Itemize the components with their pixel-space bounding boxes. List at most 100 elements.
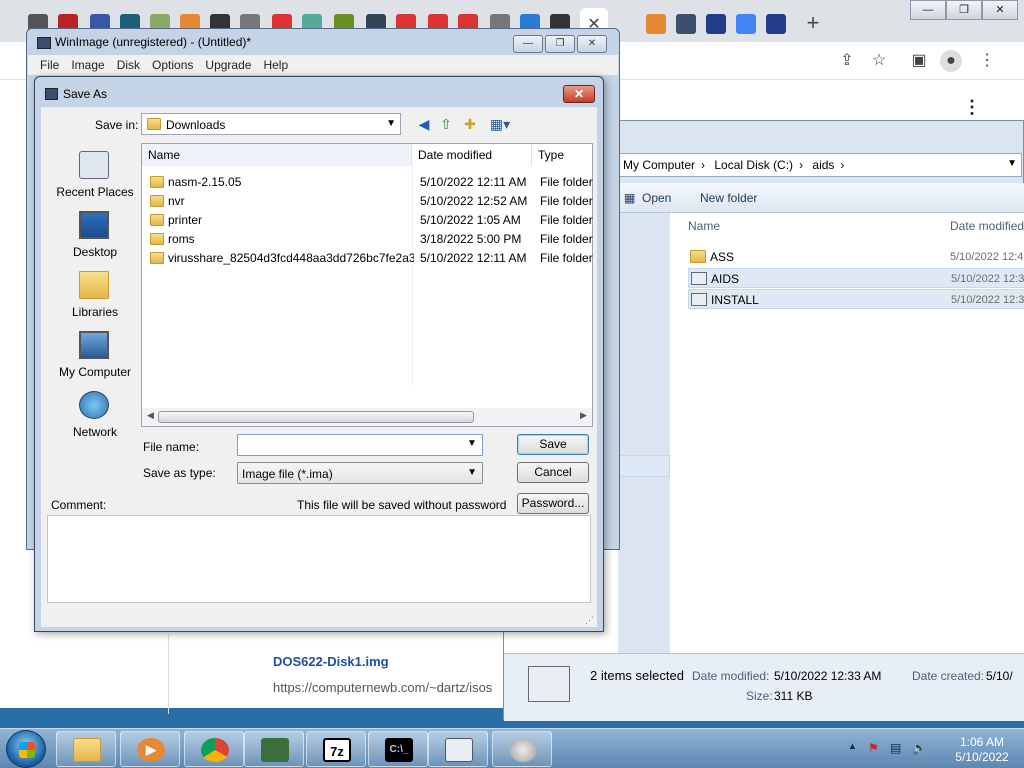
menu-image[interactable]: Image	[71, 55, 104, 75]
horizontal-scrollbar[interactable]: ◀ ▶	[142, 408, 592, 426]
folder-icon	[150, 176, 164, 188]
maximize-icon[interactable]: ❐	[545, 35, 575, 53]
new-tab-icon[interactable]: +	[802, 12, 824, 34]
taskbar-disc[interactable]	[492, 731, 552, 767]
disk-icon	[45, 88, 58, 100]
table-row[interactable]: nvr 5/10/2022 12:52 AM File folder	[144, 191, 594, 210]
place-libraries[interactable]: Libraries	[49, 271, 133, 329]
tab-favicon[interactable]	[676, 14, 696, 34]
menu-bar: File Image Disk Options Upgrade Help	[28, 55, 618, 75]
list-item[interactable]: INSTALL 5/10/2022 12:3	[688, 289, 1024, 309]
taskbar-task-manager[interactable]	[244, 731, 304, 767]
system-tray: ▲ ⚑ ▤ 🔈 1:06 AM 5/10/2022	[840, 733, 1020, 765]
taskbar-explorer[interactable]	[56, 731, 116, 767]
filename-label: File name:	[143, 440, 200, 454]
show-hidden-icons[interactable]: ▲	[848, 741, 857, 751]
close-icon[interactable]: ✕	[563, 85, 595, 103]
scroll-thumb[interactable]	[158, 411, 474, 423]
up-folder-icon[interactable]: ⇧	[437, 115, 455, 133]
save-button[interactable]: Save	[517, 434, 589, 455]
place-recent[interactable]: Recent Places	[49, 151, 134, 209]
tab-favicon[interactable]	[646, 14, 666, 34]
column-header-name[interactable]: Name	[142, 144, 412, 166]
start-button[interactable]	[6, 730, 46, 768]
breadcrumb-item[interactable]: Local Disk (C:)	[714, 158, 793, 172]
place-desktop[interactable]: Desktop	[49, 211, 133, 269]
chevron-down-icon[interactable]: ▼	[467, 438, 477, 449]
comment-textarea[interactable]	[47, 515, 591, 603]
sidebar-icon[interactable]: ▣	[908, 50, 930, 72]
taskbar: ▶ 7z C:\_ ▲ ⚑ ▤ 🔈 1:06 AM 5/10/2022	[0, 728, 1024, 768]
clock-date[interactable]: 5/10/2022	[946, 750, 1018, 764]
menu-disk[interactable]: Disk	[117, 55, 140, 75]
action-center-icon[interactable]: ⚑	[868, 741, 879, 755]
breadcrumb-item[interactable]: aids	[812, 158, 834, 172]
column-header-date[interactable]: Date modified	[950, 219, 1024, 233]
place-network[interactable]: Network	[49, 391, 133, 449]
back-icon[interactable]: ◀	[415, 115, 433, 133]
dialog-body: Save in: Downloads ▼ ◀ ⇧ ✚ ▦▾ Recent Pla…	[41, 107, 597, 627]
details-pane: 2 items selected Date modified: 5/10/202…	[504, 653, 1024, 721]
taskbar-media-player[interactable]: ▶	[120, 731, 180, 767]
save-as-type-dropdown[interactable]: Image file (*.ima) ▼	[237, 462, 483, 484]
tab-favicon[interactable]	[706, 14, 726, 34]
network-icon[interactable]: ▤	[890, 741, 901, 755]
scroll-right-icon[interactable]: ▶	[580, 410, 587, 421]
close-icon[interactable]: ✕	[577, 35, 607, 53]
menu-help[interactable]: Help	[263, 55, 288, 75]
save-in-dropdown[interactable]: Downloads ▼	[141, 113, 401, 135]
menu-options[interactable]: Options	[152, 55, 193, 75]
resize-grip-icon[interactable]: ⋰	[585, 615, 594, 626]
taskbar-7zip[interactable]: 7z	[306, 731, 366, 767]
table-row[interactable]: roms 3/18/2022 5:00 PM File folder	[144, 229, 594, 248]
menu-icon[interactable]: ⋮	[976, 50, 998, 72]
tab-favicon[interactable]	[736, 14, 756, 34]
clock-time[interactable]: 1:06 AM	[950, 735, 1014, 749]
menu-file[interactable]: File	[40, 55, 59, 75]
maximize-icon[interactable]: ❐	[946, 0, 982, 20]
place-my-computer[interactable]: My Computer	[49, 331, 133, 389]
result-title-link[interactable]: DOS622-Disk1.img	[273, 654, 389, 669]
chrome-icon	[201, 738, 229, 762]
terminal-icon: C:\_	[385, 738, 413, 762]
table-row[interactable]: printer 5/10/2022 1:05 AM File folder	[144, 210, 594, 229]
new-folder-button[interactable]: New folder	[700, 191, 757, 205]
password-button[interactable]: Password...	[517, 493, 589, 514]
profile-icon[interactable]: ●	[940, 50, 962, 72]
scroll-left-icon[interactable]: ◀	[147, 410, 154, 421]
close-icon[interactable]: ✕	[982, 0, 1018, 20]
chip-icon	[261, 738, 289, 762]
column-header-type[interactable]: Type	[532, 144, 592, 166]
table-row[interactable]: nasm-2.15.05 5/10/2022 12:11 AM File fol…	[144, 172, 594, 191]
new-folder-icon[interactable]: ✚	[461, 115, 479, 133]
result-url: https://computernewb.com/~dartz/isos	[273, 680, 493, 695]
nav-selected-item[interactable]	[618, 455, 670, 477]
view-menu-icon[interactable]: ▦▾	[487, 115, 513, 133]
taskbar-cmd[interactable]: C:\_	[368, 731, 428, 767]
file-list: Name Date modified Type nasm-2.15.05 5/1…	[141, 143, 593, 427]
page-menu-icon[interactable]: ⋮	[962, 96, 982, 118]
star-icon[interactable]: ☆	[868, 50, 890, 72]
cancel-button[interactable]: Cancel	[517, 462, 589, 483]
taskbar-chrome[interactable]	[184, 731, 244, 767]
volume-icon[interactable]: 🔈	[912, 741, 927, 755]
minimize-icon[interactable]: —	[910, 0, 946, 20]
minimize-icon[interactable]: —	[513, 35, 543, 53]
share-icon[interactable]: ⇪	[836, 50, 858, 72]
dialog-titlebar[interactable]: Save As ✕	[35, 77, 603, 107]
chevron-down-icon[interactable]: ▼	[1007, 158, 1017, 169]
column-header-date[interactable]: Date modified	[412, 144, 532, 166]
breadcrumb-item[interactable]: My Computer	[623, 158, 695, 172]
taskbar-winimage[interactable]	[428, 731, 488, 767]
menu-upgrade[interactable]: Upgrade	[205, 55, 251, 75]
list-item[interactable]: ASS 5/10/2022 12:4	[688, 247, 1024, 267]
address-bar[interactable]: My Computer › Local Disk (C:) › aids › ▼	[618, 153, 1022, 177]
open-button[interactable]: Open	[642, 191, 671, 205]
tab-favicon[interactable]	[766, 14, 786, 34]
list-item[interactable]: AIDS 5/10/2022 12:3	[688, 268, 1024, 288]
filename-input[interactable]	[237, 434, 483, 456]
file-icon	[691, 293, 707, 306]
column-header-name[interactable]: Name	[688, 219, 720, 233]
folder-icon	[150, 233, 164, 245]
table-row[interactable]: virusshare_82504d3fcd448aa3dd726bc7fe2a3…	[144, 248, 594, 267]
